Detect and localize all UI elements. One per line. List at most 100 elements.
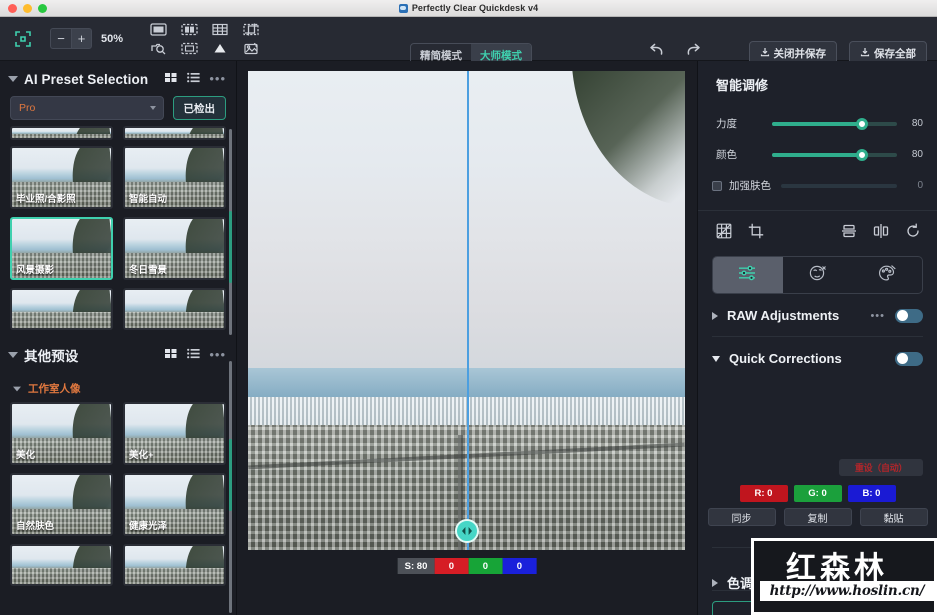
app-logo-icon	[399, 4, 408, 13]
list-item[interactable]: 智能自动	[123, 146, 226, 209]
color-slider[interactable]	[772, 153, 897, 157]
list-item[interactable]	[10, 544, 113, 586]
list-item[interactable]	[123, 126, 226, 140]
strength-slider[interactable]	[772, 122, 897, 126]
chevron-right-icon[interactable]	[712, 312, 718, 320]
before-after-split-line[interactable]	[467, 71, 469, 550]
list-item[interactable]: 健康光泽	[123, 473, 226, 536]
zoom-out-button[interactable]: −	[50, 28, 71, 49]
save-all-label: 保存全部	[874, 46, 916, 61]
rotate-icon[interactable]	[905, 223, 921, 244]
list-item[interactable]: 冬日雪景	[123, 217, 226, 280]
section-quick-corrections[interactable]: Quick Corrections	[698, 337, 937, 366]
studio-portrait-group-header[interactable]: 工作室人像	[0, 373, 236, 402]
fit-frame-icon[interactable]	[178, 39, 200, 57]
more-options-icon[interactable]: •••	[209, 75, 226, 83]
ai-preset-grid: 毕业照/合影照 智能自动 风景摄影 冬日雪景	[0, 146, 236, 330]
list-item[interactable]: 美化	[10, 402, 113, 465]
main-photo[interactable]	[248, 71, 685, 550]
magnifier-preview-icon[interactable]	[147, 39, 169, 57]
paste-button[interactable]: 黏贴	[860, 508, 928, 526]
chevron-down-icon[interactable]	[13, 386, 21, 391]
image-effects-icon[interactable]	[240, 39, 262, 57]
close-and-save-label: 关闭并保存	[774, 46, 827, 61]
list-view-icon[interactable]	[187, 346, 200, 364]
blue-value-button[interactable]: B: 0	[848, 485, 896, 502]
list-item[interactable]	[10, 288, 113, 330]
flip-vertical-icon[interactable]	[841, 223, 857, 244]
slider-knob[interactable]	[856, 149, 868, 161]
ai-preset-grid-top	[0, 126, 236, 140]
list-item[interactable]	[10, 126, 113, 140]
grid-view-icon[interactable]	[165, 70, 178, 88]
sync-button[interactable]: 同步	[708, 508, 776, 526]
histogram-icon[interactable]	[716, 223, 732, 244]
red-value-button[interactable]: R: 0	[740, 485, 788, 502]
preset-label: 毕业照/合影照	[16, 191, 76, 205]
quick-corrections-toggle[interactable]	[895, 352, 923, 366]
preset-label: 美化+	[129, 447, 154, 461]
image-tool-row	[698, 211, 937, 254]
more-options-icon[interactable]: •••	[870, 312, 885, 320]
zoom-in-button[interactable]: +	[71, 28, 92, 49]
more-options-icon[interactable]: •••	[209, 351, 226, 359]
split-handle-icon[interactable]	[455, 519, 479, 543]
grid-view-icon[interactable]	[165, 346, 178, 364]
preset-profile-value: Pro	[19, 102, 35, 114]
redo-icon[interactable]	[685, 42, 702, 62]
slider-value: 0	[897, 180, 923, 191]
crop-overlay-icon[interactable]	[240, 20, 262, 38]
ai-preset-section-header[interactable]: AI Preset Selection •••	[0, 61, 236, 96]
ai-preset-scrollbar[interactable]	[229, 129, 232, 335]
green-value-button[interactable]: G: 0	[794, 485, 842, 502]
list-item[interactable]: 美化+	[123, 402, 226, 465]
grid-overlay-icon[interactable]	[209, 20, 231, 38]
tab-sliders[interactable]	[713, 257, 783, 293]
adjust-sliders-icon	[738, 265, 758, 286]
zoom-controls[interactable]: − + 50%	[50, 28, 123, 49]
save-download-icon	[860, 47, 870, 60]
chevron-right-icon[interactable]	[712, 579, 718, 587]
skin-boost-slider[interactable]	[781, 184, 897, 188]
list-item[interactable]	[123, 544, 226, 586]
preview-single-icon[interactable]	[147, 20, 169, 38]
list-item[interactable]: 风景摄影	[10, 217, 113, 280]
triangle-warning-icon[interactable]	[209, 39, 231, 57]
scrollbar-thumb[interactable]	[229, 439, 232, 511]
other-preset-section-header[interactable]: 其他预设 •••	[0, 336, 236, 373]
preset-label: 智能自动	[129, 191, 167, 205]
other-preset-scrollbar[interactable]	[229, 361, 232, 613]
undo-icon[interactable]	[648, 42, 665, 62]
chevron-down-icon[interactable]	[8, 352, 18, 358]
list-view-icon[interactable]	[187, 70, 200, 88]
section-raw-adjustments[interactable]: RAW Adjustments •••	[698, 294, 937, 323]
slider-knob[interactable]	[856, 118, 868, 130]
main-toolbar: − + 50%	[0, 17, 937, 61]
section-title: Quick Corrections	[729, 351, 842, 366]
reset-auto-button[interactable]: 重设（自动）	[839, 459, 923, 476]
color-palette-icon	[877, 264, 897, 287]
scrollbar-thumb[interactable]	[229, 211, 232, 283]
preset-profile-dropdown[interactable]: Pro	[10, 96, 164, 120]
crop-frame-logo-icon[interactable]	[0, 30, 46, 48]
readout-strength: S: 80	[398, 558, 435, 574]
tab-portrait[interactable]	[783, 257, 853, 293]
compare-split-icon[interactable]	[178, 20, 200, 38]
preset-label: 冬日雪景	[129, 262, 167, 276]
sync-copy-paste-row: 同步 复制 黏贴	[698, 508, 937, 526]
list-item[interactable]	[123, 288, 226, 330]
portrait-face-icon	[808, 264, 828, 287]
list-item[interactable]: 自然肤色	[10, 473, 113, 536]
detected-button[interactable]: 已检出	[173, 96, 227, 120]
chevron-down-icon	[150, 106, 156, 110]
chevron-down-icon[interactable]	[8, 76, 18, 82]
chevron-down-icon[interactable]	[712, 356, 720, 362]
studio-portrait-group-label: 工作室人像	[28, 381, 81, 396]
crop-tool-icon[interactable]	[748, 223, 764, 244]
list-item[interactable]: 毕业照/合影照	[10, 146, 113, 209]
skin-boost-checkbox[interactable]	[712, 181, 722, 191]
raw-adjustments-toggle[interactable]	[895, 309, 923, 323]
flip-horizontal-icon[interactable]	[873, 223, 889, 244]
copy-button[interactable]: 复制	[784, 508, 852, 526]
tab-color-palette[interactable]	[852, 257, 922, 293]
